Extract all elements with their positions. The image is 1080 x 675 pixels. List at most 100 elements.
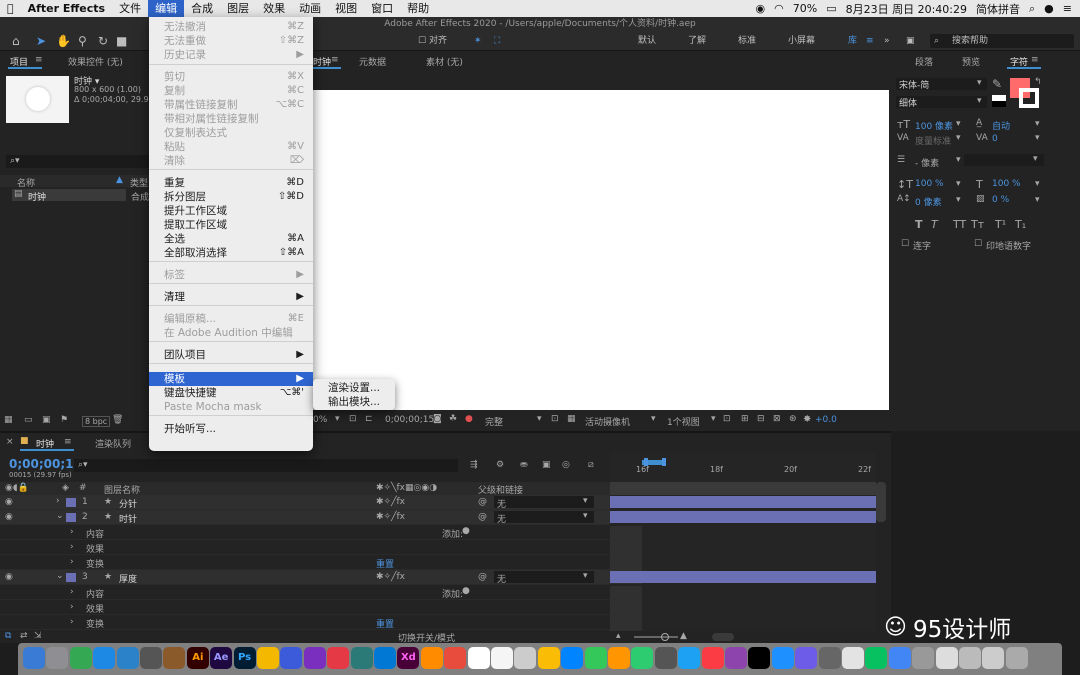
dock-clipping-icon[interactable] (327, 647, 350, 669)
dock-window2-icon[interactable] (982, 647, 1005, 669)
nav-scroll[interactable] (712, 633, 734, 641)
flowchart-icon[interactable]: ⚑ (60, 415, 68, 425)
menu-effect[interactable]: 效果 (256, 0, 292, 17)
all-caps-icon[interactable]: TT (953, 218, 966, 231)
stroke-color-swatch[interactable] (1019, 88, 1039, 108)
menu-animation[interactable]: 动画 (292, 0, 328, 17)
workspace-default[interactable]: 默认 (638, 34, 656, 48)
baseline-dropdown-icon[interactable]: ▾ (956, 195, 961, 205)
trash-icon[interactable]: 🗑 (112, 415, 123, 425)
views-dropdown-icon[interactable]: ▾ (711, 414, 716, 424)
draft-3d-icon[interactable]: ⚙ (496, 460, 504, 470)
font-style-select[interactable]: 细体 ▾ (896, 96, 987, 109)
edit-menu-item[interactable]: 重复 ⌘D (149, 176, 313, 190)
layer-name[interactable]: 厚度 (119, 572, 137, 585)
leading-value[interactable]: 自动 (992, 119, 1010, 132)
workspace-small[interactable]: 小屏幕 (788, 34, 815, 48)
reset-link[interactable]: 重置 (376, 617, 394, 630)
expand-arrow-icon[interactable]: › (70, 542, 74, 552)
dock-photos-icon[interactable] (537, 647, 560, 669)
edit-menu-item[interactable]: 全部取消选择 ⇧⌘A (149, 246, 313, 260)
rotate-tool-icon[interactable]: ↻ (98, 34, 108, 48)
property-row[interactable]: › 内容 添加: ● (0, 585, 610, 600)
parent-select[interactable]: 无 ▾ (494, 511, 594, 525)
work-area-end-handle[interactable] (662, 458, 666, 466)
layer-switches[interactable]: ✱✧╱fx (376, 572, 405, 582)
align-checkbox[interactable]: ☐ 对齐 (418, 34, 447, 48)
dock-illustrator-icon[interactable]: Ai (186, 647, 209, 669)
transform-group[interactable]: 变换 (86, 557, 104, 570)
footage-tab[interactable]: 素材 (无) (426, 55, 463, 68)
dock-notes-icon[interactable] (163, 647, 186, 669)
dock-system-prefs-icon[interactable] (818, 647, 841, 669)
pickwhip-icon[interactable]: @ (478, 497, 487, 507)
project-search-input[interactable]: ⌕▾ (6, 155, 149, 168)
home-icon[interactable]: ⌂ (12, 34, 20, 48)
edit-menu-item[interactable]: 开始听写... (149, 422, 313, 436)
dock-window1-icon[interactable] (959, 647, 981, 669)
add-label[interactable]: 添加: (442, 587, 463, 600)
guides-icon[interactable]: ⊞ (741, 414, 749, 424)
region-icon[interactable]: ⊏ (365, 414, 373, 424)
help-search-input[interactable]: ⌕ 搜索帮助 (930, 34, 1074, 48)
hscale-value[interactable]: 100 % (992, 179, 1021, 189)
dock-webstorm-icon[interactable] (350, 647, 373, 669)
layer-duration-bar[interactable] (610, 511, 876, 523)
superscript-icon[interactable]: T¹ (995, 218, 1006, 231)
layer-switches[interactable]: ✱✧╱fx (376, 497, 405, 507)
small-caps-icon[interactable]: Tт (971, 218, 984, 231)
clock-text[interactable]: 8月23日 周日 20:40:29 (846, 1, 967, 17)
dock-calendar-icon[interactable] (444, 647, 467, 669)
visibility-icon[interactable]: ◉ (5, 572, 13, 582)
workspace-learn[interactable]: 了解 (688, 34, 706, 48)
menu-composition[interactable]: 合成 (184, 0, 220, 17)
expand-icon[interactable]: ⇲ (34, 631, 42, 641)
app-menu[interactable]: After Effects (21, 0, 112, 17)
tsume-dropdown-icon[interactable]: ▾ (1035, 195, 1040, 205)
add-label[interactable]: 添加: (442, 527, 463, 540)
sort-icon[interactable]: ▲ (116, 175, 123, 185)
fit-icon[interactable]: ⊡ (723, 414, 731, 424)
layer-switches[interactable]: ✱✧╱fx (376, 512, 405, 522)
transform-group[interactable]: 变换 (86, 617, 104, 630)
layout-icon[interactable]: ⊟ (757, 414, 765, 424)
dock-chrome-icon[interactable] (69, 647, 92, 669)
show-snapshot-icon[interactable]: ☘ (449, 414, 457, 424)
stroke-width-value[interactable]: - 像素 (915, 156, 939, 169)
label-color-swatch[interactable] (66, 498, 76, 507)
pickwhip-icon[interactable]: @ (478, 572, 487, 582)
col-name[interactable]: 名称 (17, 176, 35, 189)
dock-keynote-icon[interactable] (514, 647, 537, 669)
property-row[interactable]: › 效果 (0, 600, 610, 615)
font-family-select[interactable]: 宋体-简 ▾ (896, 78, 987, 91)
graph-editor-icon[interactable]: ⧄ (588, 460, 594, 470)
effects-group[interactable]: 效果 (86, 602, 104, 615)
dock-downloads-icon[interactable] (935, 647, 958, 669)
edit-menu-item[interactable]: 模板 ▶ (149, 372, 313, 386)
folder-icon[interactable]: ▭ (24, 415, 33, 425)
dock-folder-icon[interactable] (912, 647, 935, 669)
interpret-icon[interactable]: ▦ (4, 415, 13, 425)
dock-imovie-icon[interactable] (795, 647, 818, 669)
quality-dropdown-icon[interactable]: ▾ (537, 414, 542, 424)
timeline-close-icon[interactable]: × (6, 437, 14, 447)
expand-arrow-icon[interactable]: › (70, 557, 74, 567)
dock-screenshot-icon[interactable] (842, 647, 864, 669)
preview-tab[interactable]: 预览 (962, 55, 980, 68)
dock-textedit-icon[interactable] (467, 647, 490, 669)
layer-search-input[interactable]: ⌕▾ (74, 459, 458, 472)
hscale-dropdown-icon[interactable]: ▾ (1035, 179, 1040, 189)
menu-view[interactable]: 视图 (328, 0, 364, 17)
layer-duration-bar[interactable] (610, 496, 876, 508)
views-select[interactable]: 1个视图 (667, 415, 700, 428)
dock-qq-icon[interactable] (865, 647, 888, 669)
parent-select[interactable]: 无 ▾ (494, 496, 594, 510)
dock-sketch-icon[interactable] (257, 647, 279, 669)
dock-safari-icon[interactable] (93, 647, 116, 669)
dock-appstore-share-icon[interactable] (678, 647, 701, 669)
search-box-icon[interactable]: ▣ (906, 34, 915, 48)
label-color-swatch[interactable] (66, 513, 76, 522)
project-row[interactable]: ▤ 时钟 (12, 189, 126, 203)
expand-arrow-icon[interactable]: › (70, 602, 74, 612)
tracking-value[interactable]: 0 (992, 134, 998, 144)
